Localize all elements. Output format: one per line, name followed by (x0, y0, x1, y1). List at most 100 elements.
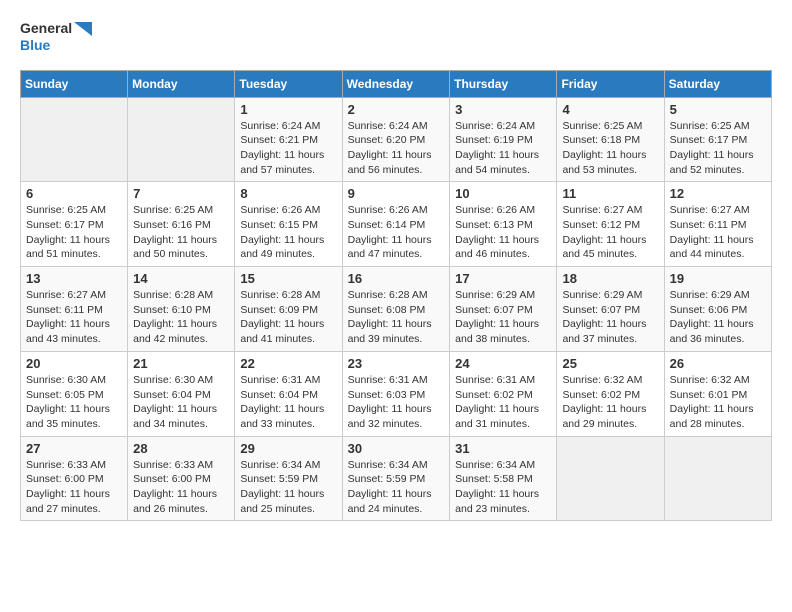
day-number: 22 (240, 356, 336, 371)
day-of-week-header: Saturday (664, 70, 771, 97)
calendar-cell: 15 Sunrise: 6:28 AMSunset: 6:09 PMDayligh… (235, 267, 342, 352)
cell-content: Sunrise: 6:34 AMSunset: 5:59 PMDaylight:… (348, 458, 445, 517)
day-number: 21 (133, 356, 229, 371)
day-number: 13 (26, 271, 122, 286)
calendar-cell: 3 Sunrise: 6:24 AMSunset: 6:19 PMDaylight… (450, 97, 557, 182)
calendar-cell: 20 Sunrise: 6:30 AMSunset: 6:05 PMDayligh… (21, 351, 128, 436)
cell-content: Sunrise: 6:29 AMSunset: 6:07 PMDaylight:… (562, 288, 658, 347)
day-number: 6 (26, 186, 122, 201)
calendar-header: SundayMondayTuesdayWednesdayThursdayFrid… (21, 70, 772, 97)
day-number: 24 (455, 356, 551, 371)
day-number: 26 (670, 356, 766, 371)
calendar-cell: 23Sunrise: 6:31 AMSunset: 6:03 PMDayligh… (342, 351, 450, 436)
day-of-week-header: Sunday (21, 70, 128, 97)
calendar-cell: 18 Sunrise: 6:29 AMSunset: 6:07 PMDayligh… (557, 267, 664, 352)
calendar-cell: 26Sunrise: 6:32 AMSunset: 6:01 PMDayligh… (664, 351, 771, 436)
cell-content: Sunrise: 6:24 AMSunset: 6:19 PMDaylight:… (455, 119, 551, 178)
day-number: 29 (240, 441, 336, 456)
day-number: 28 (133, 441, 229, 456)
calendar-cell (664, 436, 771, 521)
cell-content: Sunrise: 6:30 AMSunset: 6:05 PMDaylight:… (26, 373, 122, 432)
logo-text: General Blue (20, 20, 92, 54)
day-number: 1 (240, 102, 336, 117)
cell-content: Sunrise: 6:25 AMSunset: 6:17 PMDaylight:… (26, 203, 122, 262)
cell-content: Sunrise: 6:33 AMSunset: 6:00 PMDaylight:… (26, 458, 122, 517)
calendar-cell: 10 Sunrise: 6:26 AMSunset: 6:13 PMDayligh… (450, 182, 557, 267)
day-number: 9 (348, 186, 445, 201)
day-of-week-header: Monday (128, 70, 235, 97)
cell-content: Sunrise: 6:31 AMSunset: 6:02 PMDaylight:… (455, 373, 551, 432)
cell-content: Sunrise: 6:25 AMSunset: 6:16 PMDaylight:… (133, 203, 229, 262)
day-number: 19 (670, 271, 766, 286)
calendar-body: 1 Sunrise: 6:24 AMSunset: 6:21 PMDaylight… (21, 97, 772, 521)
cell-content: Sunrise: 6:30 AMSunset: 6:04 PMDaylight:… (133, 373, 229, 432)
calendar-cell: 12 Sunrise: 6:27 AMSunset: 6:11 PMDayligh… (664, 182, 771, 267)
calendar-cell: 27 Sunrise: 6:33 AMSunset: 6:00 PMDayligh… (21, 436, 128, 521)
calendar-cell: 13 Sunrise: 6:27 AMSunset: 6:11 PMDayligh… (21, 267, 128, 352)
day-of-week-header: Tuesday (235, 70, 342, 97)
day-number: 8 (240, 186, 336, 201)
page-header: General Blue (20, 20, 772, 54)
calendar-cell: 24 Sunrise: 6:31 AMSunset: 6:02 PMDayligh… (450, 351, 557, 436)
day-of-week-header: Thursday (450, 70, 557, 97)
calendar-table: SundayMondayTuesdayWednesdayThursdayFrid… (20, 70, 772, 522)
calendar-cell: 30 Sunrise: 6:34 AMSunset: 5:59 PMDayligh… (342, 436, 450, 521)
cell-content: Sunrise: 6:24 AMSunset: 6:20 PMDaylight:… (348, 119, 445, 178)
day-of-week-header: Friday (557, 70, 664, 97)
calendar-cell: 1 Sunrise: 6:24 AMSunset: 6:21 PMDaylight… (235, 97, 342, 182)
day-of-week-header: Wednesday (342, 70, 450, 97)
cell-content: Sunrise: 6:27 AMSunset: 6:11 PMDaylight:… (670, 203, 766, 262)
calendar-cell: 6 Sunrise: 6:25 AMSunset: 6:17 PMDaylight… (21, 182, 128, 267)
calendar-cell: 2Sunrise: 6:24 AMSunset: 6:20 PMDaylight… (342, 97, 450, 182)
logo: General Blue (20, 20, 92, 54)
cell-content: Sunrise: 6:25 AMSunset: 6:17 PMDaylight:… (670, 119, 766, 178)
cell-content: Sunrise: 6:26 AMSunset: 6:14 PMDaylight:… (348, 203, 445, 262)
cell-content: Sunrise: 6:24 AMSunset: 6:21 PMDaylight:… (240, 119, 336, 178)
cell-content: Sunrise: 6:31 AMSunset: 6:03 PMDaylight:… (348, 373, 445, 432)
day-number: 7 (133, 186, 229, 201)
day-number: 3 (455, 102, 551, 117)
cell-content: Sunrise: 6:34 AMSunset: 5:59 PMDaylight:… (240, 458, 336, 517)
calendar-cell: 17 Sunrise: 6:29 AMSunset: 6:07 PMDayligh… (450, 267, 557, 352)
calendar-cell: 8 Sunrise: 6:26 AMSunset: 6:15 PMDaylight… (235, 182, 342, 267)
cell-content: Sunrise: 6:34 AMSunset: 5:58 PMDaylight:… (455, 458, 551, 517)
cell-content: Sunrise: 6:28 AMSunset: 6:10 PMDaylight:… (133, 288, 229, 347)
day-number: 27 (26, 441, 122, 456)
day-number: 4 (562, 102, 658, 117)
calendar-cell: 25 Sunrise: 6:32 AMSunset: 6:02 PMDayligh… (557, 351, 664, 436)
calendar-cell: 21 Sunrise: 6:30 AMSunset: 6:04 PMDayligh… (128, 351, 235, 436)
calendar-cell: 14 Sunrise: 6:28 AMSunset: 6:10 PMDayligh… (128, 267, 235, 352)
calendar-cell: 22Sunrise: 6:31 AMSunset: 6:04 PMDayligh… (235, 351, 342, 436)
day-number: 15 (240, 271, 336, 286)
cell-content: Sunrise: 6:26 AMSunset: 6:15 PMDaylight:… (240, 203, 336, 262)
day-number: 14 (133, 271, 229, 286)
day-number: 12 (670, 186, 766, 201)
calendar-cell: 29 Sunrise: 6:34 AMSunset: 5:59 PMDayligh… (235, 436, 342, 521)
cell-content: Sunrise: 6:29 AMSunset: 6:06 PMDaylight:… (670, 288, 766, 347)
day-number: 11 (562, 186, 658, 201)
calendar-cell: 5Sunrise: 6:25 AMSunset: 6:17 PMDaylight… (664, 97, 771, 182)
day-number: 31 (455, 441, 551, 456)
day-number: 16 (348, 271, 445, 286)
cell-content: Sunrise: 6:26 AMSunset: 6:13 PMDaylight:… (455, 203, 551, 262)
day-number: 18 (562, 271, 658, 286)
cell-content: Sunrise: 6:27 AMSunset: 6:12 PMDaylight:… (562, 203, 658, 262)
cell-content: Sunrise: 6:33 AMSunset: 6:00 PMDaylight:… (133, 458, 229, 517)
day-number: 25 (562, 356, 658, 371)
cell-content: Sunrise: 6:27 AMSunset: 6:11 PMDaylight:… (26, 288, 122, 347)
cell-content: Sunrise: 6:28 AMSunset: 6:08 PMDaylight:… (348, 288, 445, 347)
day-number: 30 (348, 441, 445, 456)
cell-content: Sunrise: 6:29 AMSunset: 6:07 PMDaylight:… (455, 288, 551, 347)
day-number: 20 (26, 356, 122, 371)
calendar-cell (557, 436, 664, 521)
cell-content: Sunrise: 6:32 AMSunset: 6:02 PMDaylight:… (562, 373, 658, 432)
calendar-cell (128, 97, 235, 182)
calendar-cell: 11 Sunrise: 6:27 AMSunset: 6:12 PMDayligh… (557, 182, 664, 267)
calendar-cell: 31 Sunrise: 6:34 AMSunset: 5:58 PMDayligh… (450, 436, 557, 521)
calendar-cell: 4Sunrise: 6:25 AMSunset: 6:18 PMDaylight… (557, 97, 664, 182)
calendar-cell: 7 Sunrise: 6:25 AMSunset: 6:16 PMDaylight… (128, 182, 235, 267)
calendar-cell: 28 Sunrise: 6:33 AMSunset: 6:00 PMDayligh… (128, 436, 235, 521)
cell-content: Sunrise: 6:28 AMSunset: 6:09 PMDaylight:… (240, 288, 336, 347)
day-number: 10 (455, 186, 551, 201)
day-number: 17 (455, 271, 551, 286)
